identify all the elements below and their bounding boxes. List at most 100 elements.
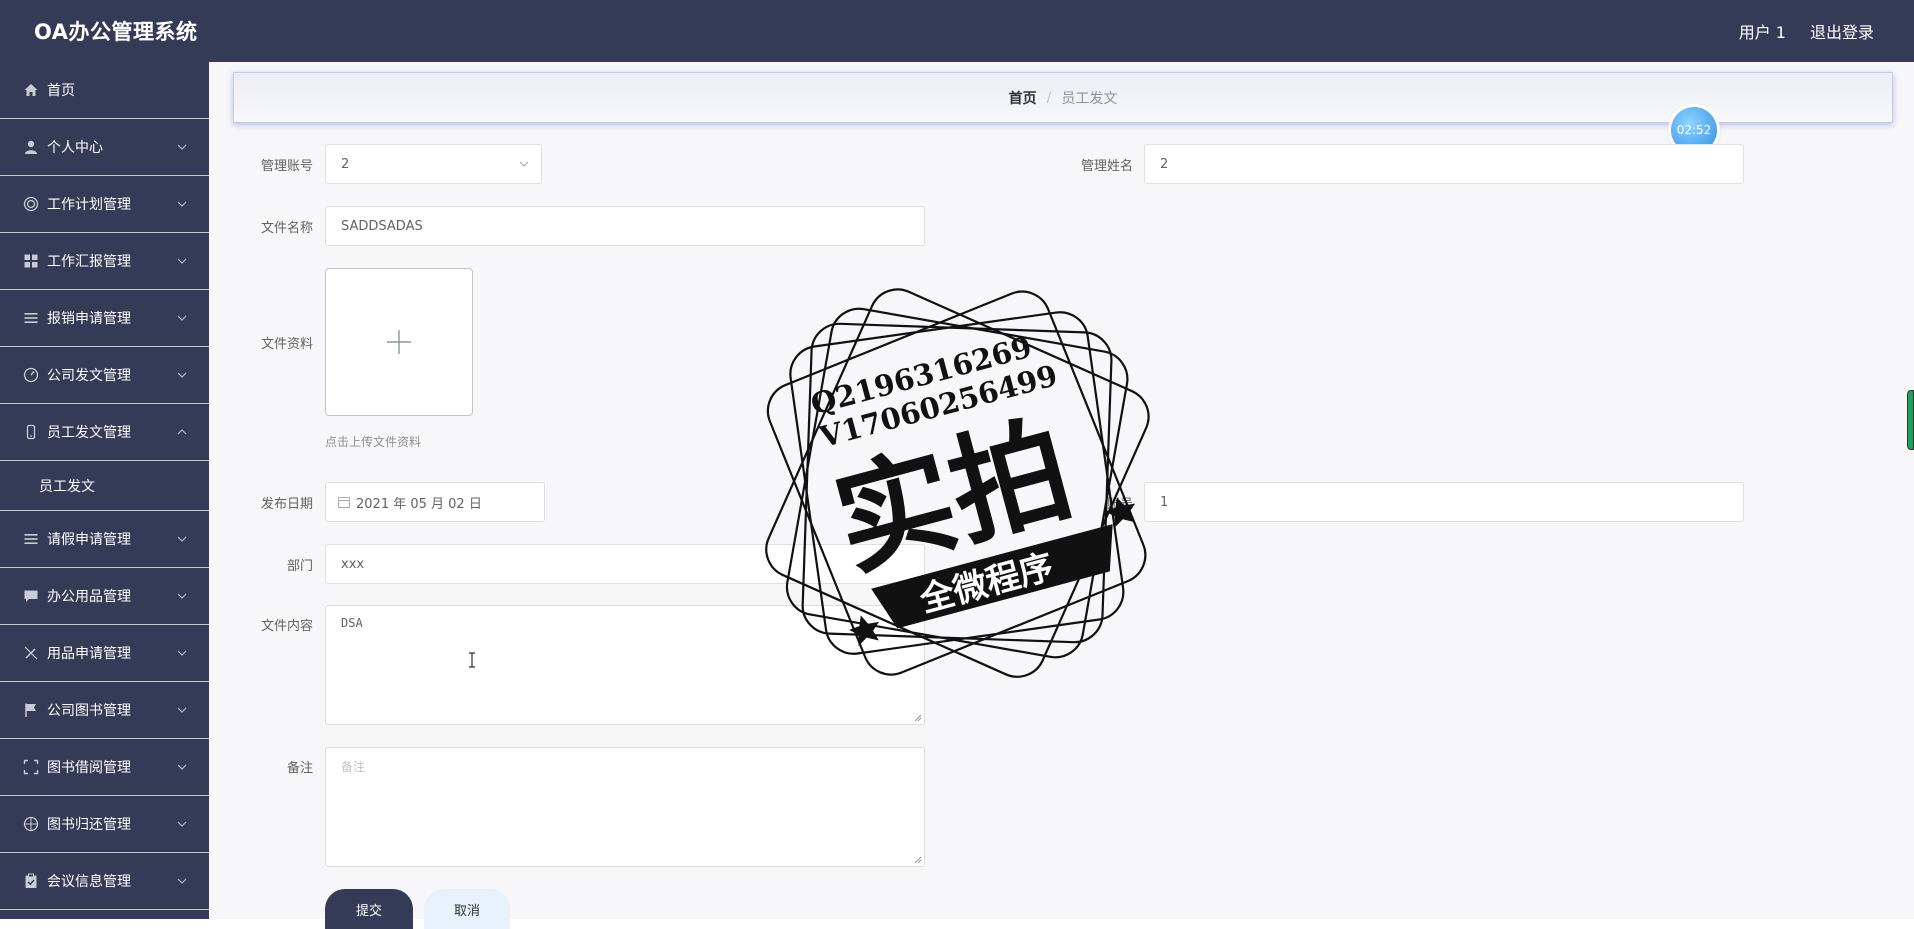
account-value: 1 (1160, 494, 1169, 510)
admin-name-label: 管理姓名 (1080, 159, 1133, 174)
sidebar-item-label: 请假申请管理 (47, 532, 131, 548)
chevron-down-icon (177, 821, 187, 827)
chevron-down-icon (177, 144, 187, 150)
sidebar: 首页 个人中心 工作计划管理 工作汇报管理 报销申请管理 公司发文管理 员工发文… (0, 62, 209, 919)
sidebar-item-label: 员工发文管理 (47, 425, 131, 441)
sidebar-item-supplies[interactable]: 办公用品管理 (0, 568, 209, 625)
gauge-icon (22, 367, 39, 384)
account-field[interactable]: 1 (1144, 482, 1744, 522)
sidebar-item-label: 员工发文 (39, 478, 95, 495)
floating-side-tab[interactable] (1907, 390, 1914, 450)
chevron-down-icon (177, 707, 187, 713)
submit-button[interactable]: 提交 (325, 889, 413, 929)
sidebar-item-label: 首页 (47, 83, 75, 99)
admin-account-value: 2 (341, 156, 350, 172)
breadcrumb-current: 员工发文 (1061, 90, 1118, 107)
chevron-down-icon (177, 258, 187, 264)
chevron-down-icon (177, 315, 187, 321)
content-value: DSA (341, 616, 363, 630)
sidebar-item-label: 图书归还管理 (47, 817, 131, 833)
sidebar-item-label: 报销申请管理 (47, 311, 131, 327)
phone-icon (22, 424, 39, 441)
chevron-down-icon (519, 161, 529, 167)
sidebar-item-label: 图书借阅管理 (47, 760, 131, 776)
sidebar-item-label: 工作计划管理 (47, 197, 131, 213)
upload-button[interactable] (325, 268, 473, 416)
publish-date-value: 2021 年 05 月 02 日 (356, 496, 482, 512)
chevron-down-icon (177, 650, 187, 656)
text-cursor-icon (469, 652, 475, 668)
content-textarea[interactable]: DSA (325, 605, 925, 725)
user-icon (22, 139, 39, 156)
admin-account-label: 管理账号 (260, 159, 313, 174)
home-icon (22, 82, 39, 99)
cancel-button[interactable]: 取消 (424, 889, 510, 929)
logout-link[interactable]: 退出登录 (1810, 19, 1874, 43)
file-name-field[interactable]: SADDSADAS (325, 206, 925, 246)
current-user: 用户 1 (1738, 23, 1786, 42)
sidebar-item-leave[interactable]: 请假申请管理 (0, 511, 209, 568)
department-label: 部门 (286, 559, 313, 574)
sidebar-item-label: 会议信息管理 (47, 874, 131, 890)
remark-label: 备注 (286, 761, 313, 776)
file-name-label: 文件名称 (260, 221, 313, 236)
remark-placeholder: 备注 (341, 760, 366, 774)
target-icon (22, 196, 39, 213)
no-edit-icon (22, 645, 39, 662)
sidebar-item-book-return[interactable]: 图书归还管理 (0, 796, 209, 853)
chat-icon (22, 588, 39, 605)
plus-icon (387, 330, 411, 354)
upload-hint: 点击上传文件资料 (325, 435, 422, 449)
sidebar-item-meetings[interactable]: 会议信息管理 (0, 853, 209, 910)
sidebar-item-expense[interactable]: 报销申请管理 (0, 290, 209, 347)
file-name-value: SADDSADAS (341, 218, 423, 234)
full-screen-icon (22, 759, 39, 776)
sidebar-item-label: 办公用品管理 (47, 589, 131, 605)
admin-name-value: 2 (1160, 156, 1169, 172)
sidebar-item-label: 个人中心 (47, 140, 103, 156)
publish-date-label: 发布日期 (260, 497, 313, 512)
sidebar-item-supply-requests[interactable]: 用品申请管理 (0, 625, 209, 682)
department-value: xxx (341, 556, 365, 572)
clipboard-icon (22, 873, 39, 890)
chevron-down-icon (177, 764, 187, 770)
publish-date-picker[interactable]: 2021 年 05 月 02 日 (325, 482, 545, 522)
chevron-down-icon (177, 372, 187, 378)
sidebar-item-work-plan[interactable]: 工作计划管理 (0, 176, 209, 233)
resize-handle-icon (914, 856, 922, 864)
breadcrumb-home[interactable]: 首页 (1009, 88, 1037, 108)
department-field[interactable]: xxx (325, 544, 925, 584)
file-material-label: 文件资料 (260, 337, 313, 352)
chevron-down-icon (177, 878, 187, 884)
sidebar-item-home[interactable]: 首页 (0, 62, 209, 119)
chevron-down-icon (177, 593, 187, 599)
sidebar-item-label: 公司发文管理 (47, 368, 131, 384)
sidebar-item-label: 公司图书管理 (47, 703, 131, 719)
content-label: 文件内容 (260, 619, 313, 634)
sidebar-item-book-borrow[interactable]: 图书借阅管理 (0, 739, 209, 796)
app-title: OA办公管理系统 (34, 20, 198, 44)
flag-icon (22, 702, 39, 719)
compass-icon (22, 816, 39, 833)
breadcrumb: 首页 / 员工发文 (233, 72, 1893, 123)
sidebar-item-books[interactable]: 公司图书管理 (0, 682, 209, 739)
calendar-icon (338, 497, 350, 508)
admin-name-field[interactable]: 2 (1144, 144, 1744, 184)
top-bar: OA办公管理系统 用户 1 退出登录 (0, 0, 1914, 62)
sidebar-item-staff-docs[interactable]: 员工发文管理 (0, 404, 209, 461)
list-icon (22, 531, 39, 548)
sidebar-item-work-report[interactable]: 工作汇报管理 (0, 233, 209, 290)
remark-textarea[interactable]: 备注 (325, 747, 925, 867)
breadcrumb-separator: / (1046, 89, 1052, 106)
admin-account-select[interactable]: 2 (325, 144, 542, 184)
header-actions: 用户 1 退出登录 (1739, 19, 1874, 43)
chevron-down-icon (177, 201, 187, 207)
sidebar-item-company-docs[interactable]: 公司发文管理 (0, 347, 209, 404)
resize-handle-icon (914, 714, 922, 722)
account-label: 账号 (1106, 497, 1133, 512)
sidebar-subitem-staff-post[interactable]: 员工发文 (0, 461, 209, 511)
chevron-down-icon (177, 536, 187, 542)
sidebar-item-label: 工作汇报管理 (47, 254, 131, 270)
chevron-up-icon (177, 429, 187, 435)
sidebar-item-personal[interactable]: 个人中心 (0, 119, 209, 176)
